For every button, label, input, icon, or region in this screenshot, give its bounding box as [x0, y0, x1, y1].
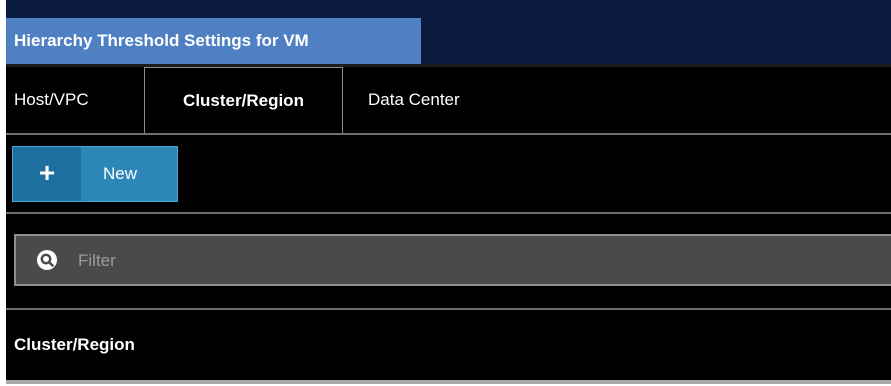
new-button[interactable]: + New [12, 146, 178, 202]
search-icon [37, 250, 57, 270]
tab-data-center[interactable]: Data Center [356, 67, 516, 133]
new-button-label: New [103, 164, 138, 183]
filter-input[interactable] [76, 236, 860, 286]
tab-bar: Host/VPC Cluster/Region Data Center [6, 67, 891, 133]
filter-box[interactable] [14, 234, 891, 286]
toolbar: + New [6, 135, 891, 212]
app-frame: Hierarchy Threshold Settings for VM Host… [6, 0, 891, 384]
table-header-border [6, 380, 891, 384]
tab-host-vpc[interactable]: Host/VPC [6, 67, 144, 133]
table-header: Cluster/Region [6, 310, 891, 380]
plus-icon: + [13, 147, 81, 201]
column-header-cluster-region[interactable]: Cluster/Region [14, 310, 135, 380]
title-bar: Hierarchy Threshold Settings for VM [6, 0, 891, 66]
filter-area [6, 214, 891, 308]
tab-cluster-region[interactable]: Cluster/Region [144, 67, 343, 133]
window-title: Hierarchy Threshold Settings for VM [6, 18, 421, 64]
